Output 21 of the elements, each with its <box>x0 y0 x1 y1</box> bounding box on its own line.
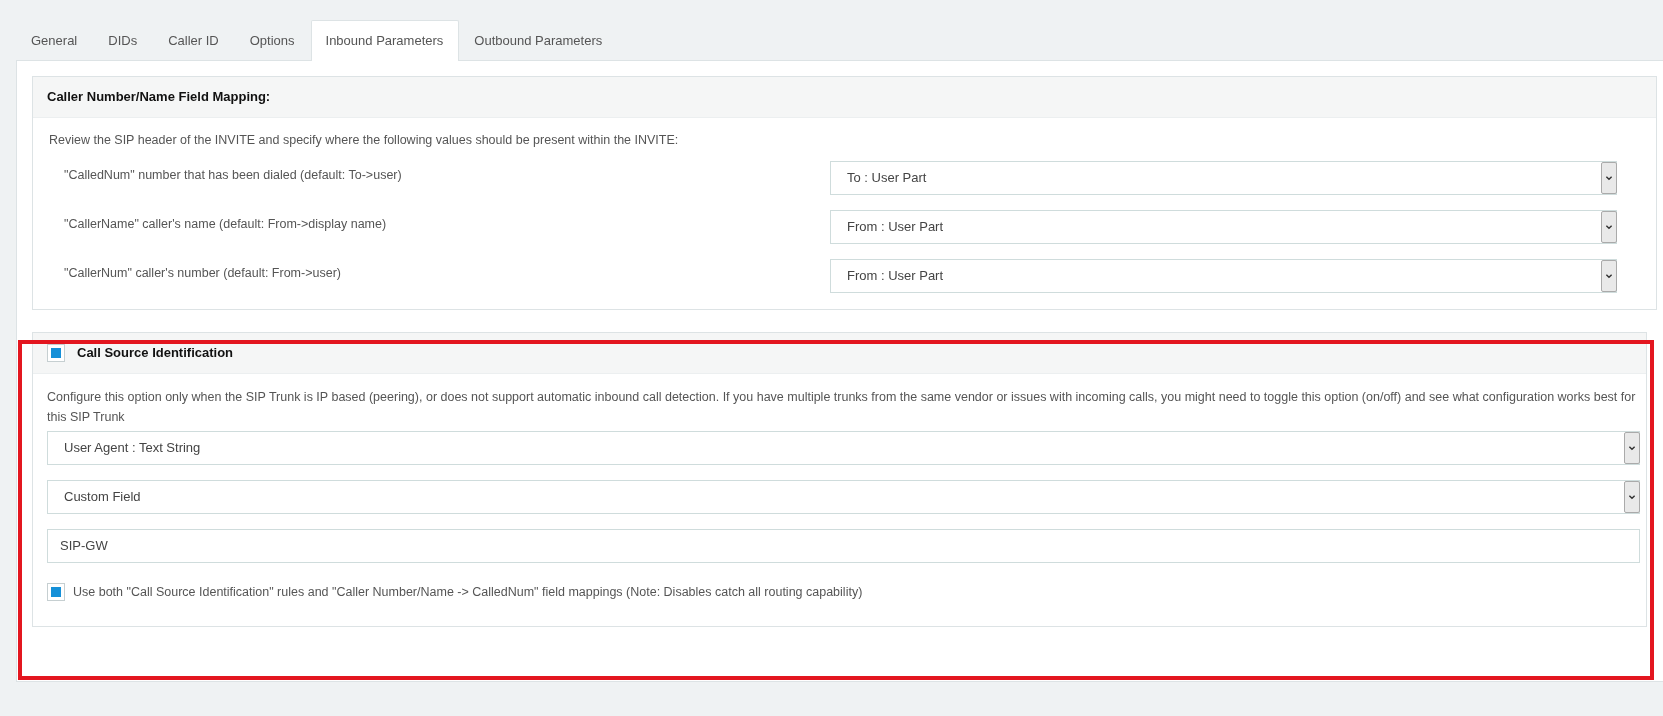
mapping-select[interactable]: From : User Part <box>830 209 1617 244</box>
field-label: "CallerName" caller's name (default: From->display name) <box>63 215 388 233</box>
tab[interactable]: DIDs <box>93 20 154 61</box>
field-label: "CalledNum" number that has been dialed (default: To->user) <box>63 166 403 184</box>
panel-title: Call Source Identification <box>77 344 234 362</box>
tab[interactable]: Options <box>234 20 311 61</box>
tab[interactable]: Caller ID <box>153 20 235 61</box>
tab[interactable]: Outbound Parameters <box>459 20 619 61</box>
match-field-select[interactable]: Custom Field <box>47 479 1640 514</box>
mapping-select[interactable]: From : User Part <box>830 258 1617 293</box>
description-text: Review the SIP header of the INVITE and specify where the following values should be present within the INVITE: <box>49 132 680 149</box>
description-text: Configure this option only when the SIP Trunk is IP based (peering), or does not support automatic inbound call detection. If you have multiple trunks from the same vendor or issues with incoming calls, you might need to toggle this option (on/off) and see what configuration works best for this SIP Trunk <box>47 388 1637 426</box>
text-input-field[interactable]: SIP-GW <box>47 528 1640 563</box>
panel-title: Caller Number/Name Field Mapping: <box>47 88 271 107</box>
tab[interactable]: General <box>16 20 94 61</box>
field-label: "CallerNum" caller's number (default: From->user) <box>63 264 342 282</box>
match-type-select[interactable]: User Agent : Text String <box>47 430 1640 465</box>
tab[interactable]: Inbound Parameters <box>310 20 460 61</box>
checkbox-label: Use both "Call Source Identification" rules and "Caller Number/Name -> CalledNum" field mappings (Note: Disables catch all routing capability) <box>73 583 863 601</box>
mapping-select[interactable]: To : User Part <box>830 160 1617 195</box>
checkbox[interactable] <box>47 583 65 602</box>
